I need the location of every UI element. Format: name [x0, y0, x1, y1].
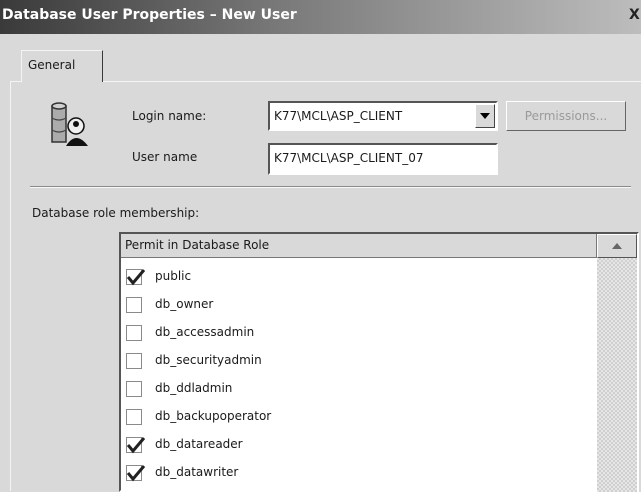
check-icon [126, 465, 146, 482]
user-name-label: User name [132, 150, 198, 164]
permissions-button[interactable]: Permissions... [506, 101, 626, 131]
role-name: db_owner [155, 297, 214, 311]
role-list-scrollbar[interactable] [597, 234, 637, 492]
role-row[interactable]: db_backupoperator [121, 404, 597, 432]
role-checkbox[interactable] [126, 269, 146, 286]
role-membership-label: Database role membership: [32, 206, 200, 220]
role-list[interactable]: Permit in Database Role public db_ownerdb… [119, 232, 639, 492]
role-name: db_backupoperator [155, 409, 272, 423]
role-row[interactable]: db_owner [121, 292, 597, 320]
login-name-label: Login name: [132, 109, 207, 123]
user-name-value: K77\MCL\ASP_CLIENT_07 [274, 151, 424, 165]
role-name: db_securityadmin [155, 353, 262, 367]
role-row[interactable]: db_ddladmin [121, 376, 597, 404]
scroll-up-button[interactable] [597, 234, 637, 258]
section-divider [30, 186, 631, 188]
role-row[interactable]: db_accessadmin [121, 320, 597, 348]
database-user-icon [51, 102, 88, 146]
role-checkbox[interactable] [126, 297, 142, 313]
tab-general-label: General [28, 58, 76, 72]
close-button[interactable]: X [629, 7, 640, 23]
role-name: db_datareader [155, 437, 243, 451]
chevron-down-icon [480, 113, 490, 119]
role-row[interactable]: db_datareader [121, 432, 597, 460]
role-checkbox[interactable] [126, 409, 142, 425]
role-list-header[interactable]: Permit in Database Role [121, 234, 597, 258]
role-checkbox[interactable] [126, 437, 146, 454]
role-checkbox[interactable] [126, 325, 142, 341]
role-row[interactable]: db_securityadmin [121, 348, 597, 376]
role-name: public [155, 269, 192, 283]
check-icon [126, 437, 146, 454]
role-row[interactable]: public [121, 264, 597, 292]
role-checkbox[interactable] [126, 465, 146, 482]
user-name-input[interactable]: K77\MCL\ASP_CLIENT_07 [268, 143, 498, 175]
role-name: db_ddladmin [155, 381, 233, 395]
scroll-up-arrow-icon [612, 243, 622, 249]
tab-general[interactable]: General [21, 50, 103, 82]
role-name: db_datawriter [155, 465, 239, 479]
role-name: db_accessadmin [155, 325, 255, 339]
title-bar: Database User Properties – New User X [0, 0, 641, 34]
window-title: Database User Properties – New User [2, 7, 297, 23]
role-checkbox[interactable] [126, 381, 142, 397]
check-icon [126, 269, 146, 286]
role-list-header-label: Permit in Database Role [125, 238, 270, 252]
login-name-value: K77\MCL\ASP_CLIENT [274, 109, 403, 123]
role-row[interactable]: db_datawriter [121, 460, 597, 488]
role-checkbox[interactable] [126, 353, 142, 369]
login-name-dropdown[interactable]: K77\MCL\ASP_CLIENT [268, 101, 498, 131]
login-name-dropdown-button[interactable] [475, 104, 495, 128]
